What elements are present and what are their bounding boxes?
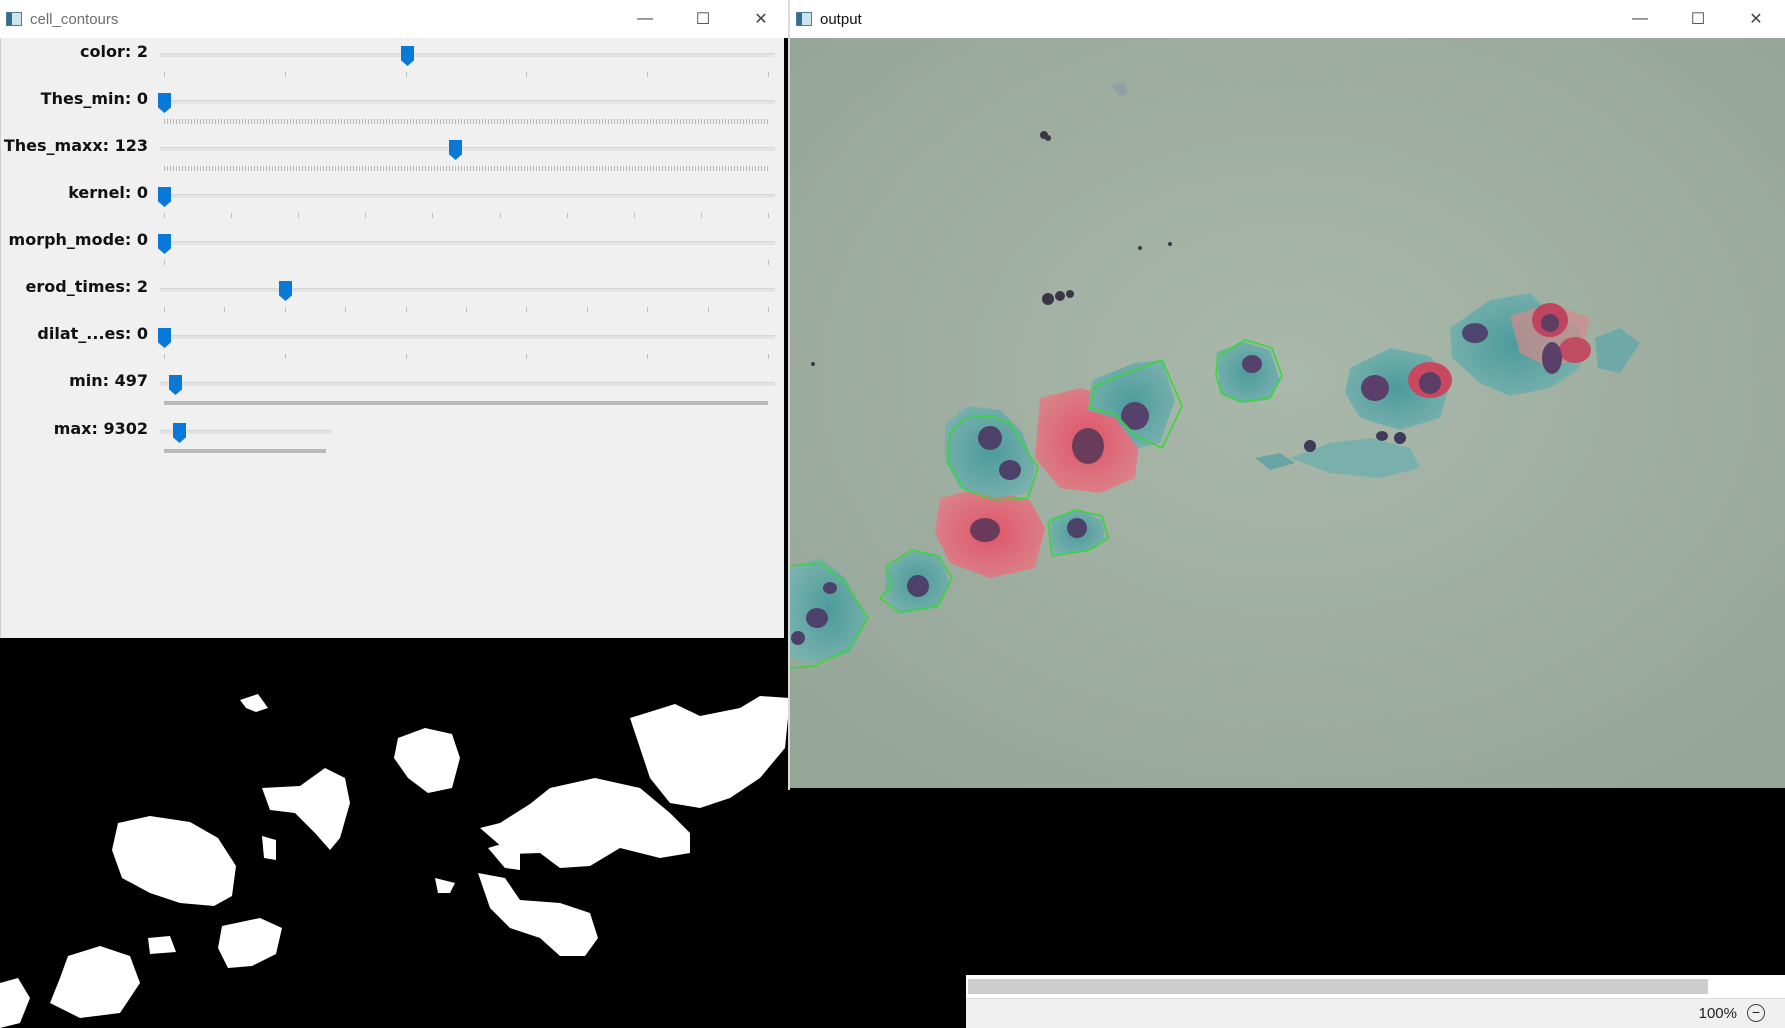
trackbar-ticks [164, 260, 769, 266]
trackbar-label: morph_mode: 0 [8, 230, 148, 249]
trackbar-row: kernel: 0 [1, 179, 785, 231]
trackbar-row: max: 9302 [1, 415, 785, 467]
trackbar-ticks [164, 307, 769, 313]
microscopy-image [790, 38, 1785, 788]
trackbar-ticks [164, 401, 768, 405]
cell-contours-window: cell_contours — ☐ ✕ color: 2 Thes_min: 0 T… [0, 0, 790, 638]
horizontal-scrollbar[interactable] [966, 975, 1785, 998]
trackbar-label: min: 497 [69, 371, 148, 390]
scrollbar-thumb[interactable] [968, 979, 1708, 994]
maximize-button[interactable]: ☐ [1669, 0, 1727, 38]
trackbar-track[interactable] [160, 288, 775, 292]
maximize-button[interactable]: ☐ [674, 0, 732, 38]
trackbar-row: Thes_min: 0 [1, 85, 785, 137]
trackbar-row: dilat_...es: 0 [1, 320, 785, 372]
output-window: output — ☐ ✕ [788, 0, 1785, 790]
trackbar-row: Thes_maxx: 123 [1, 132, 785, 184]
trackbar-label: dilat_...es: 0 [37, 324, 148, 343]
trackbar-track[interactable] [160, 335, 775, 339]
trackbar-ticks [164, 119, 768, 124]
trackbar-ticks [164, 354, 769, 360]
trackbar-thumb[interactable] [158, 328, 171, 348]
trackbar-label: Thes_maxx: 123 [3, 136, 148, 155]
title-bar: output — ☐ ✕ [790, 0, 1785, 38]
trackbar-ticks [164, 72, 769, 78]
trackbar-track[interactable] [160, 147, 775, 151]
trackbar-track[interactable] [160, 194, 775, 198]
status-bar: 100% − [966, 998, 1785, 1028]
trackbar-label: erod_times: 2 [25, 277, 148, 296]
app-window-icon [796, 12, 812, 26]
minimize-button[interactable]: — [1611, 0, 1669, 38]
trackbar-thumb[interactable] [401, 46, 414, 66]
app-window-icon [6, 12, 22, 26]
trackbar-thumb[interactable] [158, 93, 171, 113]
title-bar: cell_contours — ☐ ✕ [0, 0, 790, 38]
trackbar-ticks [164, 449, 326, 453]
window-title: cell_contours [30, 10, 119, 28]
trackbar-ticks [164, 213, 769, 219]
trackbar-label: Thes_min: 0 [40, 89, 148, 108]
close-button[interactable]: ✕ [1727, 0, 1785, 38]
trackbar-track[interactable] [160, 382, 775, 386]
trackbar-track[interactable] [160, 100, 775, 104]
window-title: output [820, 10, 862, 28]
trackbar-label: color: 2 [80, 42, 148, 61]
trackbar-label: kernel: 0 [68, 183, 148, 202]
output-image-view [790, 38, 1785, 788]
trackbar-thumb[interactable] [279, 281, 292, 301]
trackbar-row: morph_mode: 0 [1, 226, 785, 278]
trackbar-track[interactable] [160, 241, 775, 245]
trackbar-thumb[interactable] [169, 375, 182, 395]
trackbar-track[interactable] [160, 53, 775, 57]
trackbar-row: min: 497 [1, 367, 785, 419]
trackbar-thumb[interactable] [449, 140, 462, 160]
close-button[interactable]: ✕ [732, 0, 790, 38]
zoom-out-button[interactable]: − [1747, 1004, 1765, 1022]
trackbar-thumb[interactable] [173, 423, 186, 443]
trackbar-label: max: 9302 [53, 419, 148, 438]
trackbar-panel: color: 2 Thes_min: 0 Thes_maxx: 123 kernel:… [0, 38, 784, 638]
trackbar-thumb[interactable] [158, 234, 171, 254]
minimize-button[interactable]: — [616, 0, 674, 38]
trackbar-row: color: 2 [1, 38, 785, 90]
trackbar-thumb[interactable] [158, 187, 171, 207]
zoom-level: 100% [1698, 1005, 1737, 1022]
trackbar-ticks [164, 166, 768, 171]
trackbar-row: erod_times: 2 [1, 273, 785, 325]
